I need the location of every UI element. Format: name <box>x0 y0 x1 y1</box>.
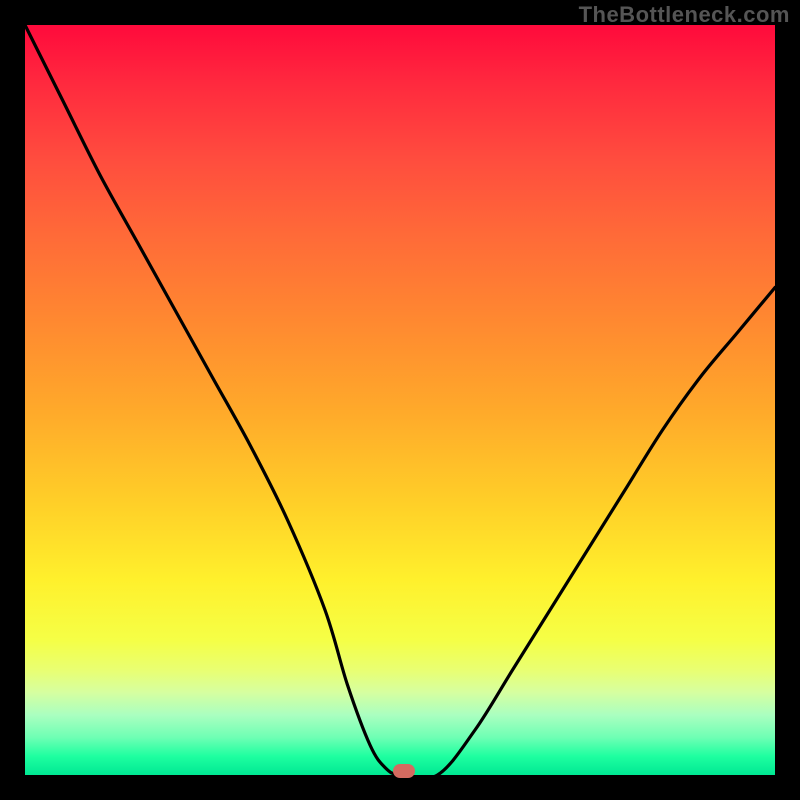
watermark-text: TheBottleneck.com <box>579 2 790 28</box>
optimal-marker <box>393 764 415 778</box>
plot-area <box>25 25 775 775</box>
plot-canvas <box>25 25 775 775</box>
bottleneck-curve <box>25 25 775 775</box>
chart-frame: TheBottleneck.com <box>0 0 800 800</box>
